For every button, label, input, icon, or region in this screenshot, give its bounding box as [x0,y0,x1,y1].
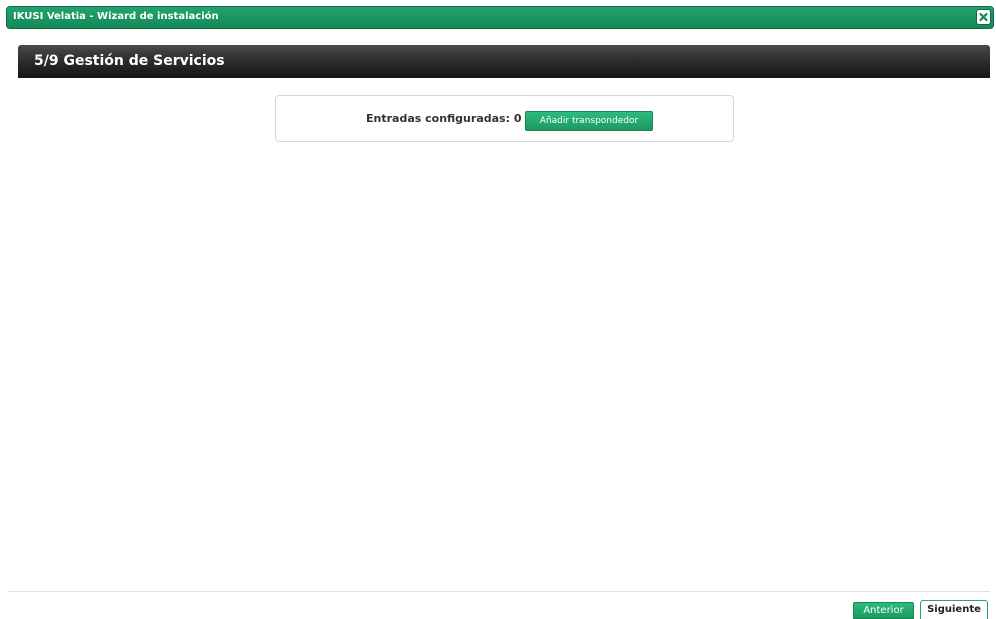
title-bar: IKUSI Velatia - Wizard de instalación [6,6,994,29]
footer-divider [8,591,990,592]
wizard-window: IKUSI Velatia - Wizard de instalación 5/… [0,0,996,619]
next-button[interactable]: Siguiente [920,600,988,619]
configured-entries-label: Entradas configuradas: 0 [366,112,522,125]
page-title: 5/9 Gestión de Servicios [34,53,225,69]
step-header: 5/9 Gestión de Servicios [18,45,990,78]
close-icon [979,12,988,22]
close-button[interactable] [976,9,991,25]
previous-button[interactable]: Anterior [853,602,914,619]
add-transponder-button[interactable]: Añadir transpondedor [525,111,653,131]
window-title: IKUSI Velatia - Wizard de instalación [13,11,219,22]
entries-panel: Entradas configuradas: 0 Añadir transpon… [275,95,734,142]
